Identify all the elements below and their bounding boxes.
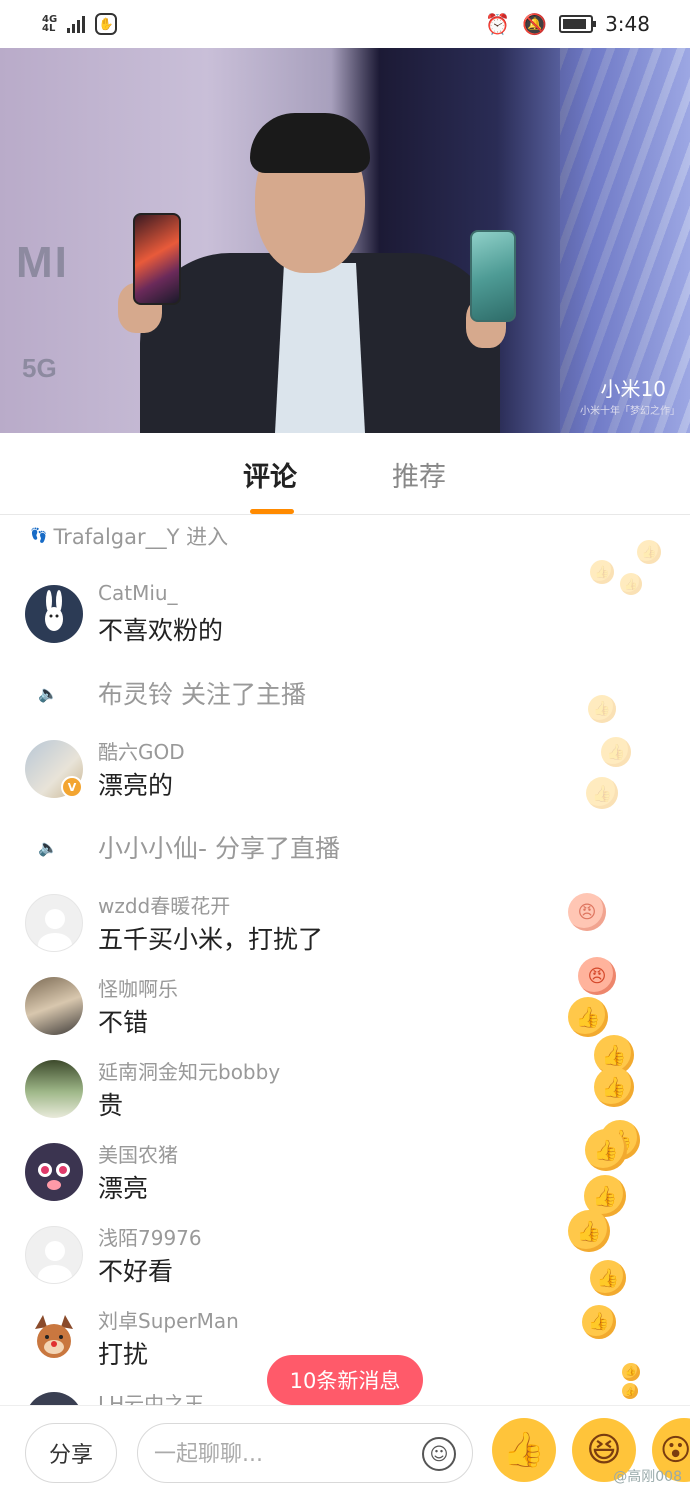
floating-like-icon: 👍 bbox=[588, 695, 616, 723]
stage-brand-logo: MI bbox=[16, 238, 69, 287]
video-player[interactable]: MI 5G 小米10 小米十年「梦幻之作」 bbox=[0, 48, 690, 433]
floating-like-icon: 👍 bbox=[586, 777, 618, 809]
emoji-picker-icon[interactable]: ☺ bbox=[422, 1437, 456, 1471]
floating-like-icon: 👍 bbox=[585, 1129, 627, 1171]
floating-like-icon: 👍 bbox=[590, 1260, 626, 1296]
status-left: 4G 4L ✋ bbox=[42, 13, 118, 35]
stage-5g-text: 5G bbox=[22, 353, 57, 383]
floating-angry-icon: 😠 bbox=[578, 957, 616, 995]
floating-like-icon: 👍 bbox=[622, 1383, 638, 1399]
status-right: ⏰ 🔕 3:48 bbox=[485, 12, 650, 36]
speaker-icon: 🔈 bbox=[38, 837, 58, 857]
comment-text: 五千买小米，打扰了 bbox=[98, 925, 324, 954]
comment-author[interactable]: CatMiu_ bbox=[98, 581, 178, 605]
chat-input-box[interactable]: ☺ bbox=[137, 1423, 473, 1483]
comment-author[interactable]: 延南洞金知元bobby bbox=[98, 1056, 280, 1085]
comment-author[interactable]: 刘卓SuperMan bbox=[98, 1305, 239, 1334]
comment-author[interactable]: 浅陌79976 bbox=[98, 1222, 202, 1251]
watermark-text: @高刚008 bbox=[613, 1469, 682, 1485]
product-label: 小米10 bbox=[600, 377, 666, 401]
verified-badge-icon: V bbox=[61, 776, 83, 798]
comment-text: 不喜欢粉的 bbox=[98, 616, 224, 645]
comment-feed[interactable]: 👣 Trafalgar__Y 进入 CatMiu_ 不喜欢粉的 🔈 布灵铃 关注… bbox=[0, 515, 690, 1405]
comment-author[interactable]: 美国农猪 bbox=[98, 1139, 178, 1168]
share-button[interactable]: 分享 bbox=[25, 1423, 117, 1483]
comment-text: 贵 bbox=[98, 1091, 124, 1120]
floating-angry-icon: 😠 bbox=[568, 893, 606, 931]
floating-like-icon: 👍 bbox=[568, 997, 608, 1037]
system-message: 🔈 小小小仙- 分享了直播 bbox=[38, 827, 340, 867]
comment-author[interactable]: 酷六GOD bbox=[98, 736, 185, 765]
product-sublabel: 小米十年「梦幻之作」 bbox=[580, 406, 680, 417]
system-message: 🔈 布灵铃 关注了主播 bbox=[38, 673, 306, 713]
footsteps-icon: 👣 bbox=[30, 528, 48, 544]
tab-comments[interactable]: 评论 bbox=[243, 455, 297, 494]
avatar[interactable] bbox=[25, 977, 83, 1035]
phone-left-image bbox=[133, 213, 181, 305]
comment-author[interactable]: LH云中之王 bbox=[98, 1388, 204, 1405]
presenter-hair bbox=[250, 113, 370, 173]
live-stream-page: 4G 4L ✋ ⏰ 🔕 3:48 MI 5G 小米10 小米十年「梦幻之作」 评… bbox=[0, 0, 690, 1495]
avatar[interactable] bbox=[25, 894, 83, 952]
system-message-text: 布灵铃 关注了主播 bbox=[98, 680, 306, 709]
clock: 3:48 bbox=[605, 12, 650, 36]
speaker-icon: 🔈 bbox=[38, 683, 58, 703]
comment-author[interactable]: 怪咖啊乐 bbox=[98, 973, 178, 1002]
comment-text: 漂亮的 bbox=[98, 771, 174, 800]
comment-item[interactable]: wzdd春暖花开 五千买小米，打扰了 bbox=[25, 894, 585, 964]
avatar[interactable] bbox=[25, 1060, 83, 1118]
floating-like-icon: 👍 bbox=[601, 737, 631, 767]
new-messages-button[interactable]: 10条新消息 bbox=[267, 1355, 423, 1405]
chat-input[interactable] bbox=[154, 1436, 414, 1472]
network-indicator: 4G 4L bbox=[42, 14, 58, 34]
floating-like-icon: 👍 bbox=[637, 540, 661, 564]
battery-icon bbox=[559, 15, 597, 33]
enter-notice-text: Trafalgar__Y 进入 bbox=[53, 525, 229, 549]
phone-right-image bbox=[470, 230, 516, 322]
avatar[interactable] bbox=[25, 1392, 83, 1405]
comment-text: 打扰 bbox=[98, 1340, 149, 1369]
floating-like-icon: 👍 bbox=[568, 1210, 610, 1252]
bottom-bar: 分享 ☺ 👍 😆 😮 @高刚008 bbox=[0, 1405, 690, 1495]
comment-item[interactable]: 美国农猪 漂亮 bbox=[25, 1143, 585, 1213]
like-reaction-button[interactable]: 👍 bbox=[492, 1418, 556, 1482]
comment-author[interactable]: wzdd春暖花开 bbox=[98, 890, 230, 919]
comment-item[interactable]: CatMiu_ 不喜欢粉的 bbox=[25, 581, 585, 655]
comment-text: 不好看 bbox=[98, 1257, 174, 1286]
comment-text: 不错 bbox=[98, 1008, 149, 1037]
bell-off-icon: 🔕 bbox=[522, 12, 548, 36]
floating-like-icon: 👍 bbox=[620, 573, 642, 595]
system-message-text: 小小小仙- 分享了直播 bbox=[98, 834, 340, 863]
floating-like-icon: 👍 bbox=[622, 1363, 640, 1381]
comment-text: 漂亮 bbox=[98, 1174, 149, 1203]
floating-like-icon: 👍 bbox=[594, 1067, 634, 1107]
avatar[interactable] bbox=[25, 1226, 83, 1284]
avatar[interactable] bbox=[25, 585, 83, 643]
comment-item[interactable]: V 酷六GOD 漂亮的 bbox=[25, 740, 585, 810]
enter-notice: 👣 Trafalgar__Y 进入 bbox=[30, 521, 228, 551]
status-bar: 4G 4L ✋ ⏰ 🔕 3:48 bbox=[0, 0, 690, 48]
tab-recommend[interactable]: 推荐 bbox=[392, 455, 446, 494]
tab-active-indicator bbox=[250, 509, 294, 514]
tab-bar: 评论 推荐 bbox=[0, 433, 690, 515]
avatar[interactable] bbox=[25, 1143, 83, 1201]
presenter-shirt bbox=[275, 263, 365, 433]
floating-like-icon: 👍 bbox=[590, 560, 614, 584]
floating-like-icon: 👍 bbox=[582, 1305, 616, 1339]
comment-item[interactable]: 延南洞金知元bobby 贵 bbox=[25, 1060, 585, 1130]
alarm-icon: ⏰ bbox=[485, 12, 511, 36]
hand-icon: ✋ bbox=[95, 13, 118, 35]
comment-item[interactable]: 怪咖啊乐 不错 bbox=[25, 977, 585, 1047]
comment-item[interactable]: 浅陌79976 不好看 bbox=[25, 1226, 585, 1296]
avatar[interactable] bbox=[25, 1309, 83, 1367]
signal-icon bbox=[67, 15, 86, 33]
